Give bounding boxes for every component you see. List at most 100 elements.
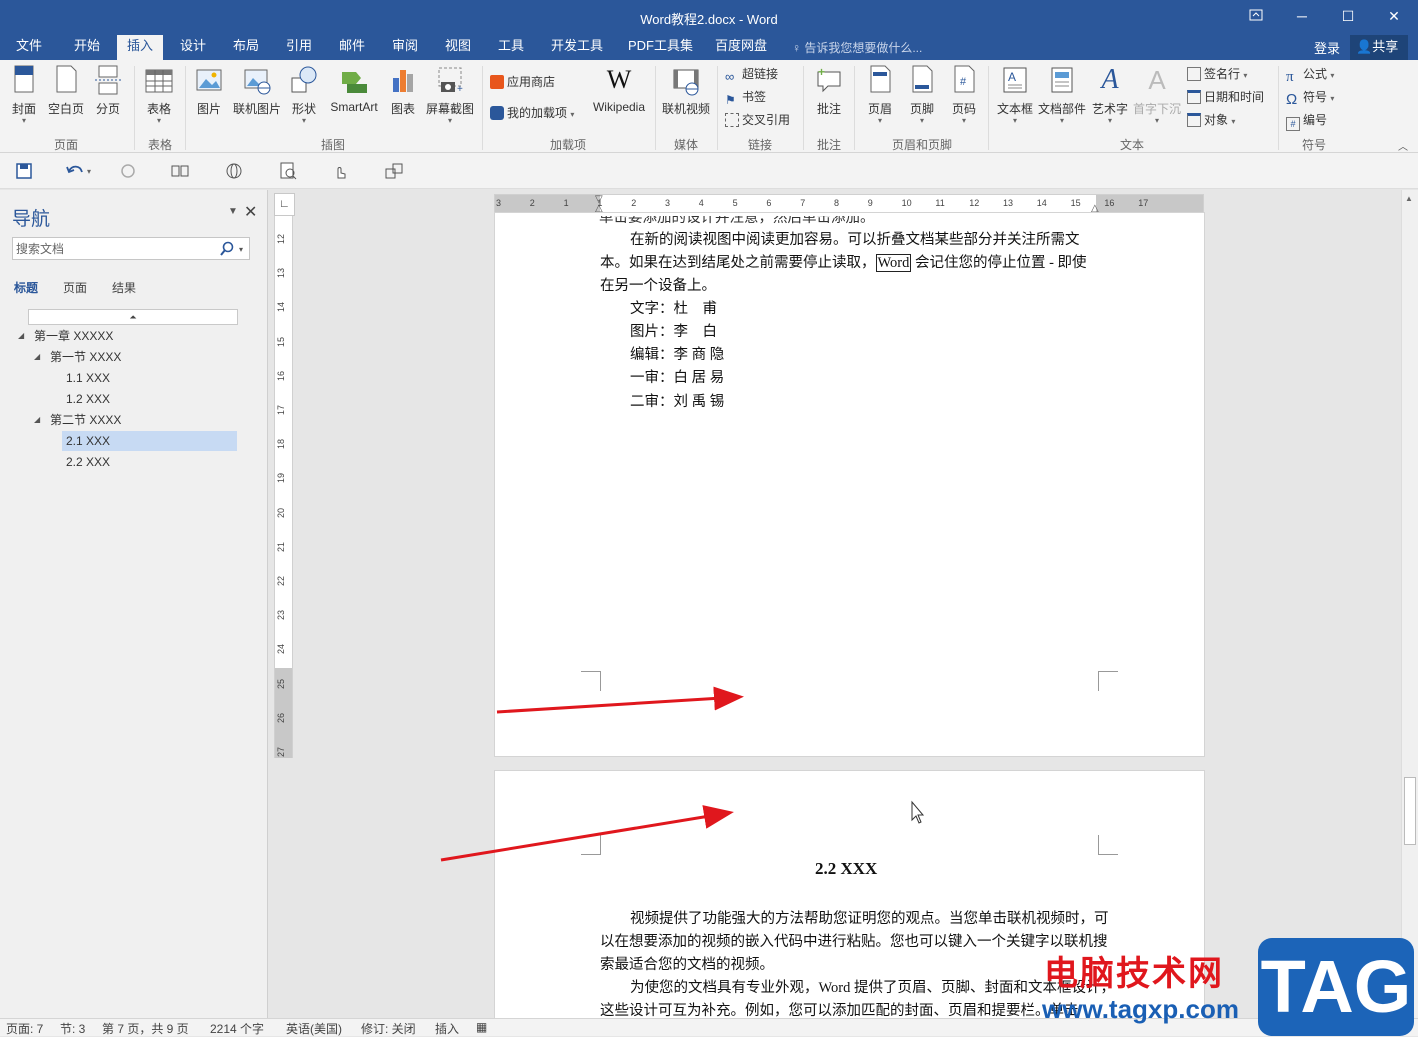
horizontal-ruler[interactable]: 3 2 1 1 2 3 4 5 6 7 8 9 10 11 12 13 14 15 16 17 ▽ △ △ bbox=[494, 194, 1204, 213]
status-word-count[interactable]: 2214 个字 bbox=[210, 1020, 264, 1037]
document-page[interactable]: 单击要添加的设计并注意，然后单击添加。 在新的阅读视图中阅读更加容易。可以折叠文… bbox=[494, 212, 1205, 757]
pi-icon: π bbox=[1286, 69, 1294, 85]
tab-design[interactable]: 设计 bbox=[170, 35, 216, 60]
tree-item-1-2[interactable]: 1.2 XXX bbox=[62, 389, 238, 409]
status-section[interactable]: 节: 3 bbox=[60, 1020, 85, 1037]
close-button[interactable]: ✕ bbox=[1376, 4, 1412, 28]
cover-page-button[interactable]: 封面 ▾ bbox=[8, 64, 40, 125]
online-video-button[interactable]: 联机视频 bbox=[660, 64, 712, 117]
number-icon: # bbox=[1286, 117, 1300, 131]
nav-close-icon[interactable]: ✕ bbox=[244, 202, 257, 222]
status-page[interactable]: 页面: 7 bbox=[6, 1020, 43, 1037]
expand-triangle-icon[interactable]: ◢ bbox=[18, 326, 24, 346]
nav-tab-headings[interactable]: 标题 bbox=[14, 279, 38, 296]
tab-pdf-tools[interactable]: PDF工具集 bbox=[618, 35, 703, 60]
print-preview-icon[interactable] bbox=[278, 161, 298, 181]
object-button[interactable]: 对象 ▾ bbox=[1187, 110, 1235, 130]
drop-cap-button[interactable]: A 首字下沉 ▾ bbox=[1132, 64, 1182, 125]
tab-file[interactable]: 文件 bbox=[6, 35, 52, 60]
maximize-button[interactable]: ☐ bbox=[1330, 4, 1366, 28]
save-icon[interactable] bbox=[14, 161, 34, 181]
expand-triangle-icon[interactable]: ◢ bbox=[34, 410, 40, 430]
picture-button[interactable]: 图片 bbox=[193, 64, 225, 117]
equation-button[interactable]: π 公式 ▾ bbox=[1286, 64, 1334, 85]
status-language[interactable]: 英语(美国) bbox=[286, 1020, 342, 1037]
scrollbar-thumb[interactable] bbox=[1404, 777, 1416, 845]
svg-text:▾: ▾ bbox=[87, 167, 91, 176]
status-page-of[interactable]: 第 7 页，共 9 页 bbox=[102, 1020, 189, 1037]
chart-button[interactable]: 图表 bbox=[387, 64, 419, 117]
tab-layout[interactable]: 布局 bbox=[223, 35, 269, 60]
vertical-scrollbar[interactable]: ▲ bbox=[1401, 190, 1418, 1018]
reading-mode-icon[interactable] bbox=[170, 161, 190, 181]
tree-item-section2[interactable]: ◢ 第二节 XXXX bbox=[34, 410, 238, 430]
smartart-button[interactable]: SmartArt bbox=[326, 64, 382, 114]
touch-mode-icon[interactable] bbox=[330, 161, 350, 181]
my-addins-button[interactable]: 我的加载项 ▾ bbox=[490, 103, 574, 123]
redo-icon[interactable] bbox=[118, 161, 138, 181]
header-button[interactable]: 页眉 ▾ bbox=[864, 64, 896, 125]
word-field-box[interactable]: Word bbox=[875, 254, 912, 272]
login-link[interactable]: 登录 bbox=[1314, 38, 1340, 57]
footer-button[interactable]: 页脚 ▾ bbox=[906, 64, 938, 125]
tab-selector-icon[interactable]: ∟ bbox=[274, 193, 295, 216]
tab-review[interactable]: 审阅 bbox=[382, 35, 428, 60]
tree-item-1-1[interactable]: 1.1 XXX bbox=[62, 368, 238, 388]
bookmark-button[interactable]: ⚑ 书签 bbox=[725, 87, 766, 107]
date-time-button[interactable]: 日期和时间 bbox=[1187, 87, 1264, 107]
new-comment-button[interactable]: + 批注 bbox=[812, 64, 846, 117]
tab-developer[interactable]: 开发工具 bbox=[541, 35, 613, 60]
undo-button[interactable]: ▾ bbox=[64, 161, 100, 181]
search-icon[interactable]: ▾ bbox=[219, 241, 247, 260]
customize-qat-icon[interactable] bbox=[384, 161, 404, 181]
wikipedia-button[interactable]: W Wikipedia bbox=[590, 64, 648, 114]
tab-insert[interactable]: 插入 bbox=[117, 35, 164, 60]
tab-home[interactable]: 开始 bbox=[64, 35, 110, 60]
table-button[interactable]: 表格 ▾ bbox=[143, 64, 175, 125]
scroll-up-icon[interactable]: ▲ bbox=[1405, 194, 1413, 203]
signature-line-button[interactable]: 签名行 ▾ bbox=[1187, 64, 1247, 84]
blank-page-button[interactable]: 空白页 bbox=[46, 64, 86, 117]
nav-search-input[interactable] bbox=[13, 238, 213, 259]
cross-reference-button[interactable]: 交叉引用 bbox=[725, 110, 790, 130]
page-break-button[interactable]: 分页 bbox=[92, 64, 124, 117]
online-picture-button[interactable]: 联机图片 bbox=[231, 64, 283, 117]
shapes-button[interactable]: 形状 ▾ bbox=[288, 64, 320, 125]
svg-text:+: + bbox=[457, 84, 463, 95]
textbox-button[interactable]: A 文本框 ▾ bbox=[995, 64, 1035, 125]
tab-references[interactable]: 引用 bbox=[276, 35, 322, 60]
tell-me-search[interactable]: ♀ 告诉我您想要做什么... bbox=[792, 39, 922, 56]
nav-tab-results[interactable]: 结果 bbox=[112, 279, 136, 296]
status-track-changes[interactable]: 修订: 关闭 bbox=[361, 1020, 416, 1037]
tree-item-section1[interactable]: ◢ 第一节 XXXX bbox=[34, 347, 238, 367]
tree-item-2-2[interactable]: 2.2 XXX bbox=[62, 452, 238, 472]
nav-search-box[interactable]: ▾ bbox=[12, 237, 250, 260]
nav-tab-pages[interactable]: 页面 bbox=[63, 279, 87, 296]
collapse-all-icon[interactable]: ⏶ bbox=[28, 309, 238, 325]
hyperlink-button[interactable]: ∞ 超链接 bbox=[725, 64, 778, 84]
nav-options-chevron-icon[interactable]: ▼ bbox=[228, 206, 238, 217]
tab-baidu-pan[interactable]: 百度网盘 bbox=[705, 35, 777, 60]
macro-record-icon[interactable]: ▦ bbox=[476, 1020, 487, 1034]
web-layout-icon[interactable] bbox=[224, 161, 244, 181]
status-insert-mode[interactable]: 插入 bbox=[435, 1020, 459, 1037]
share-button[interactable]: 👤共享 bbox=[1350, 35, 1408, 60]
number-button[interactable]: # 编号 bbox=[1286, 110, 1327, 131]
store-button[interactable]: 应用商店 bbox=[490, 72, 555, 92]
expand-triangle-icon[interactable]: ◢ bbox=[34, 347, 40, 367]
page-number-button[interactable]: # 页码 ▾ bbox=[948, 64, 980, 125]
tree-item-2-1[interactable]: 2.1 XXX bbox=[62, 431, 237, 451]
tab-view[interactable]: 视图 bbox=[435, 35, 481, 60]
tree-item-chapter1[interactable]: ◢ 第一章 XXXXX bbox=[18, 326, 238, 346]
collapse-ribbon-icon[interactable]: ︿ bbox=[1398, 138, 1408, 153]
vertical-ruler[interactable]: 12 13 14 15 16 17 18 19 20 21 22 23 24 25 26 27 bbox=[274, 193, 293, 758]
quick-parts-button[interactable]: 文档部件 ▾ bbox=[1037, 64, 1087, 125]
credit-label: 图片： bbox=[630, 324, 674, 340]
tab-mailings[interactable]: 邮件 bbox=[329, 35, 375, 60]
wordart-button[interactable]: A 艺术字 ▾ bbox=[1090, 64, 1130, 125]
ribbon-display-options-icon[interactable] bbox=[1238, 4, 1274, 28]
symbol-button[interactable]: Ω 符号 ▾ bbox=[1286, 87, 1334, 107]
tab-tools[interactable]: 工具 bbox=[488, 35, 534, 60]
screenshot-button[interactable]: + 屏幕截图 ▾ bbox=[424, 64, 476, 125]
minimize-button[interactable]: ─ bbox=[1284, 4, 1320, 28]
